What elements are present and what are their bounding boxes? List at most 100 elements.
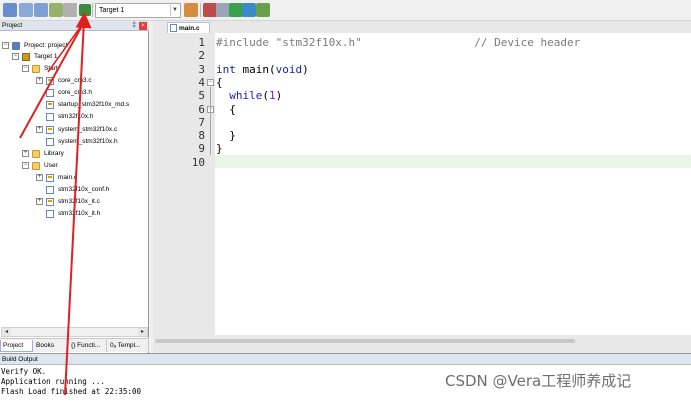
folder-icon — [32, 162, 40, 170]
stop-build-icon[interactable] — [63, 3, 77, 17]
close-icon[interactable]: × — [139, 22, 147, 30]
tree-item[interactable]: + Library — [0, 148, 149, 159]
rebuild-icon[interactable] — [19, 3, 33, 17]
file-extensions-icon[interactable] — [203, 3, 217, 17]
line-number: 7 — [198, 115, 205, 129]
build-output-header: Build Output — [0, 354, 691, 365]
project-panel-title: Project — [2, 22, 23, 29]
keil-uvision-window: Target 1 ▼ Project ‡ × − Project: project… — [0, 0, 691, 402]
tree-item[interactable]: − Project: project — [0, 40, 149, 51]
tree-item-label: Start — [44, 65, 58, 72]
batch-build-icon[interactable] — [34, 3, 48, 17]
c-file-icon — [170, 24, 177, 32]
collapse-icon[interactable]: − — [22, 162, 29, 169]
target-select-value: Target 1 — [99, 7, 125, 14]
toolbar-separator — [92, 3, 93, 17]
collapse-icon[interactable]: − — [22, 65, 29, 72]
tree-item-label: core_cm3.h — [58, 89, 92, 96]
expand-icon[interactable]: + — [22, 150, 29, 157]
fold-toggle-icon[interactable]: − — [207, 78, 214, 86]
project-icon — [12, 42, 20, 50]
c-file-icon — [46, 198, 54, 206]
line-number: 9 — [198, 142, 205, 156]
expand-icon[interactable]: + — [36, 198, 43, 205]
h-file-icon — [46, 210, 54, 218]
h-file-icon — [46, 186, 54, 194]
line-number: 6 — [198, 102, 205, 116]
pin-icon[interactable]: ‡ — [132, 22, 136, 30]
chevron-down-icon[interactable]: ▼ — [170, 5, 179, 16]
tree-item[interactable]: + core_cm3.c — [0, 75, 149, 86]
code-line[interactable]: } — [216, 142, 223, 155]
tree-item-label: stm32f10x_conf.h — [58, 186, 110, 193]
build-icon[interactable] — [3, 3, 17, 17]
horizontal-scrollbar[interactable]: ◂ ▸ — [1, 327, 148, 337]
tree-item-label: User — [44, 162, 58, 169]
tree-item[interactable]: − User — [0, 160, 149, 171]
code-editor[interactable] — [215, 33, 691, 335]
tree-item[interactable]: + main.c — [0, 172, 149, 183]
tree-item-label: Library — [44, 150, 64, 157]
pack-installer-icon[interactable] — [242, 3, 256, 17]
line-number: 2 — [198, 49, 205, 63]
tree-item[interactable]: system_stm32f10x.h — [0, 136, 149, 147]
scroll-left-icon[interactable]: ◂ — [2, 328, 11, 336]
scroll-right-icon[interactable]: ▸ — [138, 328, 147, 336]
options-for-target-icon[interactable] — [184, 3, 198, 17]
folder-icon — [32, 65, 40, 73]
project-panel-header: Project ‡ × — [0, 21, 149, 31]
run-time-environment-icon[interactable] — [256, 3, 270, 17]
expand-icon[interactable]: + — [36, 77, 43, 84]
toolbar: Target 1 ▼ — [0, 0, 691, 21]
tree-item-label: system_stm32f10x.h — [58, 138, 118, 145]
tree-item-label: startup_stm32f10x_md.s — [58, 101, 130, 108]
project-panel: Project ‡ × − Project: project − Target 1− S… — [0, 21, 149, 353]
expand-icon[interactable]: + — [36, 174, 43, 181]
h-file-icon — [46, 89, 54, 97]
folder-icon — [32, 150, 40, 158]
tree-item[interactable]: − Start — [0, 63, 149, 74]
tab-functions[interactable]: {} Functi... — [69, 340, 107, 352]
collapse-icon[interactable]: − — [2, 42, 9, 49]
translate-icon[interactable] — [49, 3, 63, 17]
editor-area: main.c 1 #include "stm32f10x.h" // Device… — [153, 21, 691, 353]
target-select[interactable]: Target 1 ▼ — [95, 3, 181, 18]
manage-components-icon[interactable] — [216, 3, 230, 17]
build-output-line: Application running ... — [1, 377, 105, 386]
collapse-icon[interactable]: − — [12, 53, 19, 60]
code-line[interactable]: int main(void) — [216, 63, 309, 76]
panel-tabs: Project Books {} Functi... 0ₐ Templ... — [0, 338, 149, 352]
asm-file-icon — [46, 101, 54, 109]
download-icon[interactable] — [79, 4, 91, 16]
code-line[interactable]: while(1) — [216, 89, 282, 102]
tree-item[interactable]: stm32f10x_it.h — [0, 208, 149, 219]
tree-item[interactable]: stm32f10x.h — [0, 111, 149, 122]
tab-main-c[interactable]: main.c — [167, 22, 210, 33]
line-number: 5 — [198, 89, 205, 103]
tree-item-label: main.c — [58, 174, 78, 181]
tree-item-label: stm32f10x.h — [58, 113, 94, 120]
tab-templates[interactable]: 0ₐ Templ... — [108, 340, 149, 352]
tree-item[interactable]: + system_stm32f10x.c — [0, 124, 149, 135]
tab-project[interactable]: Project — [0, 340, 33, 352]
tree-item[interactable]: startup_stm32f10x_md.s — [0, 99, 149, 110]
line-number: 8 — [198, 129, 205, 143]
expand-icon[interactable]: + — [36, 126, 43, 133]
build-output-line: Flash Load finished at 22:35:00 — [1, 387, 141, 396]
tab-books[interactable]: Books — [34, 340, 68, 352]
tree-item[interactable]: core_cm3.h — [0, 87, 149, 98]
tree-item-label: stm32f10x_it.h — [58, 210, 101, 217]
code-line[interactable]: { — [216, 76, 223, 89]
select-packs-icon[interactable] — [229, 3, 243, 17]
tree-item-label: stm32f10x_it.c — [58, 198, 100, 205]
tree-item[interactable]: + stm32f10x_it.c — [0, 196, 149, 207]
code-line[interactable]: } — [216, 129, 236, 142]
tree-item[interactable]: − Target 1 — [0, 51, 149, 62]
current-line-highlight — [215, 155, 691, 168]
editor-horizontal-scrollbar[interactable] — [155, 337, 689, 345]
code-line[interactable]: #include "stm32f10x.h" // Device header — [216, 36, 580, 49]
scrollbar-thumb[interactable] — [155, 339, 575, 343]
code-line[interactable]: { — [216, 103, 236, 116]
tree-item[interactable]: stm32f10x_conf.h — [0, 184, 149, 195]
h-file-icon — [46, 138, 54, 146]
